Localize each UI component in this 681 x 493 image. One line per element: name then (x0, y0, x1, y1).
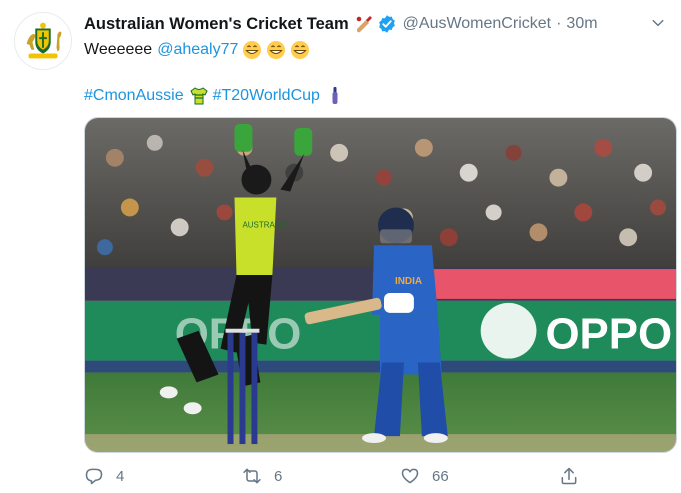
user-handle[interactable]: @AusWomenCricket (403, 15, 551, 33)
hashtag-t20worldcup[interactable]: #T20WorldCup (213, 87, 320, 105)
more-options-button[interactable] (647, 12, 669, 34)
tweet-card[interactable]: Australian Women's Cricket Team @AusWome… (0, 0, 681, 493)
chevron-down-icon (652, 19, 664, 27)
cricket-bat-emoji-icon (325, 86, 345, 106)
cricket-match-photo: OPPO OPPO AUSTRALIA (85, 118, 676, 452)
avatar[interactable] (14, 12, 72, 70)
grinning-face-emoji-icon (266, 40, 286, 60)
australia-jersey-emoji-icon (189, 86, 209, 106)
separator-dot: · (556, 15, 562, 32)
retweet-count: 6 (274, 467, 283, 485)
australia-shirt-text: AUSTRALIA (242, 220, 287, 229)
heart-icon (401, 468, 419, 484)
share-button[interactable] (559, 463, 579, 489)
cricket-australia-logo-icon (15, 13, 71, 69)
stumps (225, 328, 260, 445)
reply-icon (85, 468, 103, 485)
reply-button[interactable]: 4 (84, 463, 124, 489)
tweet-text: Weeeeee @ahealy77 (84, 38, 310, 62)
reply-count: 4 (116, 467, 125, 485)
grinning-face-emoji-icon (290, 40, 310, 60)
timestamp[interactable]: 30m (566, 15, 597, 33)
india-shirt-text: INDIA (395, 276, 422, 287)
tweet-header: Australian Women's Cricket Team @AusWome… (84, 13, 598, 35)
oppo-banner-text: OPPO (545, 310, 672, 359)
retweet-icon (243, 468, 261, 484)
share-icon (561, 467, 577, 485)
display-name[interactable]: Australian Women's Cricket Team (84, 15, 349, 34)
tweet-text-start: Weeeeee (84, 41, 153, 58)
cricket-bat-emoji-icon (354, 14, 374, 34)
retweet-button[interactable]: 6 (242, 463, 282, 489)
tweet-photo[interactable]: OPPO OPPO AUSTRALIA (84, 117, 677, 453)
hashtag-cmonaussie[interactable]: #CmonAussie (84, 87, 184, 105)
hashtag-line: #CmonAussie #T20WorldCup (84, 84, 349, 108)
like-button[interactable]: 66 (400, 463, 449, 489)
verified-badge-icon (377, 14, 397, 34)
grinning-face-emoji-icon (242, 40, 262, 60)
like-count: 66 (432, 467, 449, 485)
tweet-actions: 4 6 66 (84, 463, 584, 489)
mention-link[interactable]: @ahealy77 (157, 41, 238, 59)
